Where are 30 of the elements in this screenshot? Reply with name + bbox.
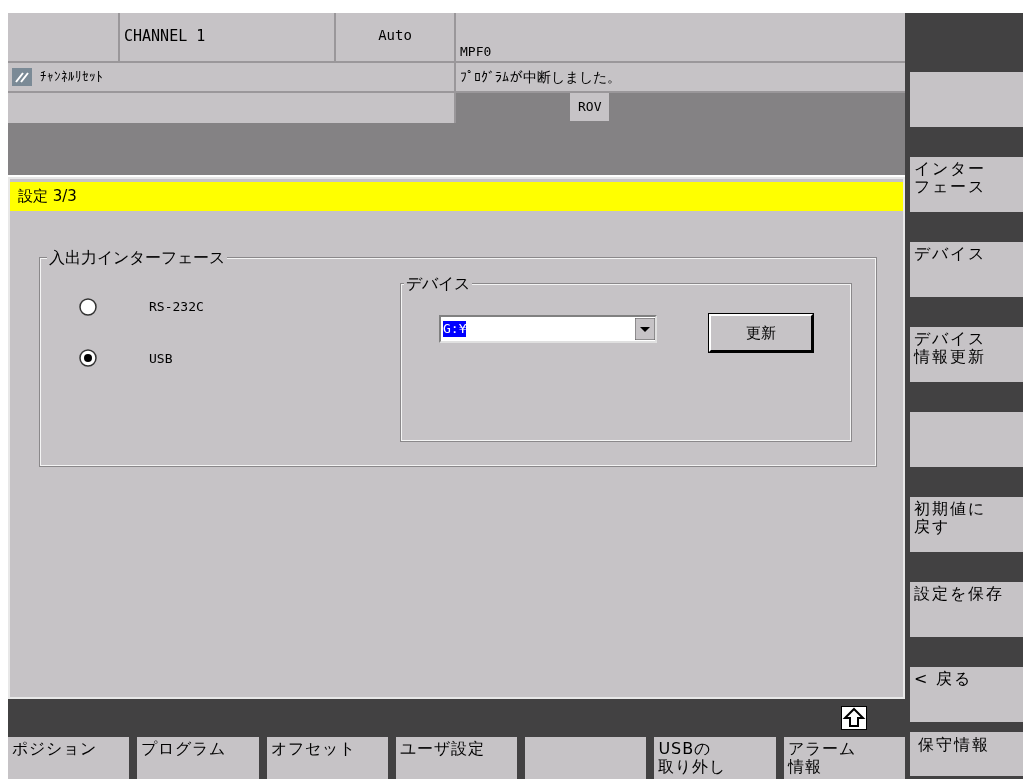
panel-title: 設定 3/3 [10,182,903,211]
radio-button[interactable] [79,297,97,316]
dropdown-arrow-icon[interactable] [635,318,655,340]
softkey[interactable]: インター フェース [910,157,1023,212]
radio-button[interactable] [79,349,97,368]
device-dropdown[interactable]: G:¥ [439,315,657,343]
refresh-button[interactable]: 更新 [709,314,813,352]
option-label: RS-232C [149,298,204,316]
softkey[interactable]: デバイス [910,242,1023,297]
softkey[interactable]: デバイス 情報更新 [910,327,1023,382]
dropdown-value: G:¥ [443,321,467,337]
channel-label: CHANNEL 1 [120,13,336,63]
softkey[interactable]: < 戻る [910,667,1023,722]
mode-label: Auto [336,13,456,63]
option-label: USB [149,349,173,368]
program-name: MPF0 [460,42,492,61]
status-message: ﾌﾟﾛｸﾞﾗﾑが中断しました。 [460,67,621,87]
softkey[interactable]: 保守情報 [910,732,1023,776]
softkey[interactable]: アラーム 情報 [783,737,905,779]
softkey[interactable]: オフセット [266,737,388,779]
slash-icon [12,68,32,86]
softkey[interactable]: USBの 取り外し [654,737,776,779]
reset-status: ﾁｬﾝﾈﾙﾘｾｯﾄ [40,68,103,87]
shift-up-icon[interactable] [841,706,867,730]
softkey[interactable]: プログラム [137,737,259,779]
softkey[interactable]: ユーザ設定 [395,737,518,779]
softkey[interactable]: ポジション [8,737,130,779]
softkey[interactable]: 設定を保存 [910,582,1023,637]
softkey[interactable]: 初期値に 戻す [910,497,1023,552]
rov-badge: ROV [570,93,610,121]
